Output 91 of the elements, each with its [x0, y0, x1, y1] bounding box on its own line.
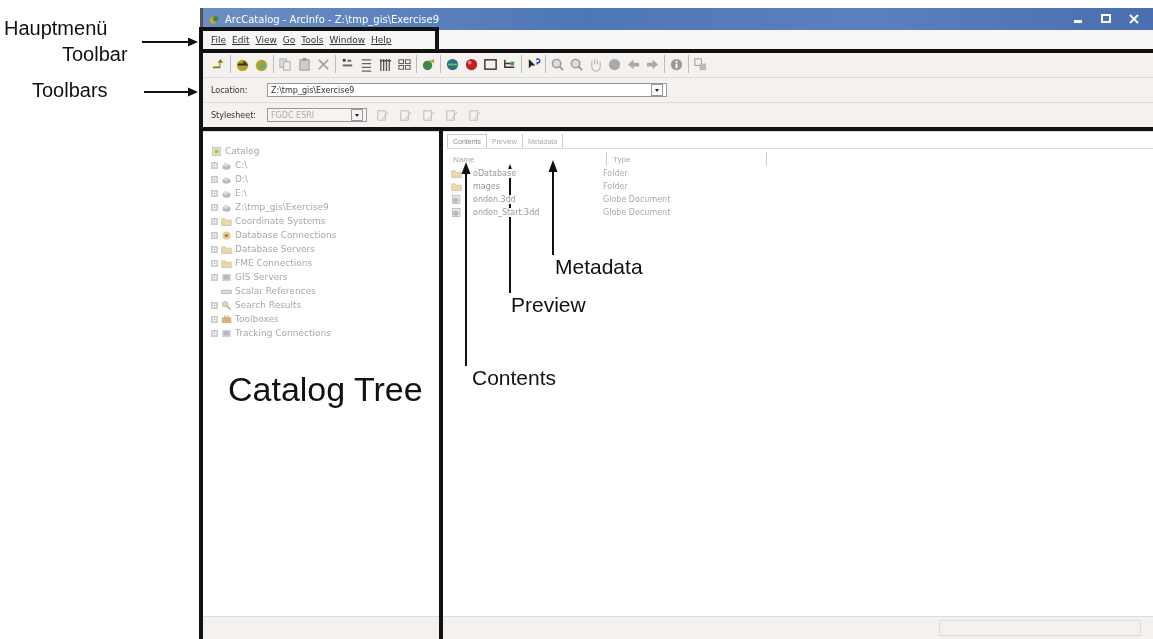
folder-icon	[221, 257, 232, 269]
annotation-label: Preview	[511, 294, 586, 315]
metadata-export-icon[interactable]	[421, 107, 436, 123]
expand-icon[interactable]	[211, 203, 218, 211]
annotation-label: Contents	[472, 367, 557, 388]
expand-icon[interactable]	[211, 301, 218, 309]
tree-item[interactable]: C:\	[235, 160, 248, 170]
tree-item[interactable]: Coordinate Systems	[235, 216, 326, 226]
expand-icon[interactable]	[211, 189, 218, 197]
tree-item[interactable]: E:\	[235, 188, 247, 198]
stylesheet-label: Stylesheet:	[211, 110, 257, 120]
expand-icon[interactable]	[211, 217, 218, 225]
column-header[interactable]: Type	[607, 152, 767, 166]
annotation-label: Catalog Tree	[228, 372, 423, 406]
folder-icon	[451, 181, 462, 192]
info-icon[interactable]	[669, 56, 684, 72]
file-name[interactable]: mages	[473, 182, 500, 191]
expand-icon[interactable]	[211, 315, 218, 323]
magnifier-icon	[221, 299, 232, 311]
menu-item[interactable]: View	[255, 35, 277, 45]
location-label: Location:	[211, 85, 249, 95]
globe-document-icon	[451, 194, 462, 205]
file-type: Globe Document	[603, 195, 671, 204]
menu-item[interactable]: Edit	[232, 35, 250, 45]
toolbox-icon	[221, 313, 232, 325]
expand-icon[interactable]	[211, 245, 218, 253]
server-icon	[221, 327, 232, 339]
metadata-import-icon[interactable]	[398, 107, 413, 123]
circle-icon[interactable]	[607, 56, 622, 72]
annotation-label: Metadata	[555, 256, 643, 277]
folder-icon	[451, 168, 462, 179]
globe-document-icon	[451, 207, 462, 218]
menu-item[interactable]: Tools	[301, 35, 324, 45]
tree-item[interactable]: D:\	[235, 174, 248, 184]
stylesheet-dropdown[interactable]: FGDC ESRI	[267, 108, 367, 122]
tree-item[interactable]: Z:\tmp_gis\Exercise9	[235, 202, 329, 212]
expand-icon[interactable]	[211, 175, 218, 183]
expand-icon[interactable]	[211, 273, 218, 281]
zoom-out-icon[interactable]	[569, 56, 584, 72]
tree-item[interactable]: Catalog	[225, 146, 260, 156]
tree-item[interactable]: Database Servers	[235, 244, 315, 254]
globe-icon[interactable]	[445, 56, 460, 72]
file-name[interactable]: ondon.3dd	[473, 195, 516, 204]
details-icon[interactable]	[378, 56, 393, 72]
menu-item[interactable]: File	[211, 35, 227, 45]
folder-icon	[221, 243, 232, 255]
catalog-icon	[211, 145, 222, 157]
file-type: Globe Document	[603, 208, 671, 217]
app-icon	[209, 13, 220, 25]
tree-item[interactable]: Tracking Connections	[235, 328, 331, 338]
expand-icon[interactable]	[211, 161, 218, 169]
paste-icon[interactable]	[297, 56, 312, 72]
file-name[interactable]: oDatabase	[473, 169, 517, 178]
menu-item[interactable]: Go	[282, 35, 296, 45]
expand-icon[interactable]	[211, 231, 218, 239]
menu-item[interactable]: Window	[329, 35, 365, 45]
tree-item[interactable]: GIS Servers	[235, 272, 288, 282]
launch-icon[interactable]	[421, 56, 436, 72]
thumbnails-icon[interactable]	[397, 56, 412, 72]
file-type: Folder	[603, 169, 628, 178]
list-icon[interactable]	[359, 56, 374, 72]
metadata-edit-icon[interactable]	[375, 107, 390, 123]
database-icon	[221, 229, 232, 241]
file-name[interactable]: ondon_Start.3dd	[473, 208, 540, 217]
tree-item[interactable]: Toolboxes	[235, 314, 279, 324]
zoom-in-icon[interactable]	[550, 56, 565, 72]
window-title: ArcCatalog - ArcInfo - Z:\tmp_gis\Exercise9	[225, 13, 439, 25]
menu-item[interactable]: Help	[371, 35, 392, 45]
metadata-upgrade-icon[interactable]	[467, 107, 482, 123]
sphere-icon[interactable]	[464, 56, 479, 72]
copy-icon[interactable]	[278, 56, 293, 72]
tree-item[interactable]: Search Results	[235, 300, 302, 310]
annotation-label: Toolbars	[32, 80, 108, 100]
arrow	[144, 87, 198, 97]
tree-item[interactable]: FME Connections	[235, 258, 313, 268]
file-type: Folder	[603, 182, 628, 191]
tree-item[interactable]: Scalar References	[235, 286, 316, 296]
annotation-label: Toolbar	[62, 44, 128, 64]
annotation-label: Hauptmenü	[4, 18, 108, 38]
expand-icon[interactable]	[211, 329, 218, 337]
expand-icon[interactable]	[211, 259, 218, 267]
tree-item[interactable]: Database Connections	[235, 230, 337, 240]
arrow	[142, 37, 198, 47]
hand-icon[interactable]	[588, 56, 603, 72]
delete-icon[interactable]	[316, 56, 331, 72]
folder-icon	[221, 215, 232, 227]
window-icon[interactable]	[483, 56, 498, 72]
location-field[interactable]: Z:\tmp_gis\Exercise9	[267, 83, 667, 97]
metadata-validate-icon[interactable]	[444, 107, 459, 123]
thumbnail-create-icon[interactable]	[693, 56, 708, 72]
server-icon	[221, 271, 232, 283]
